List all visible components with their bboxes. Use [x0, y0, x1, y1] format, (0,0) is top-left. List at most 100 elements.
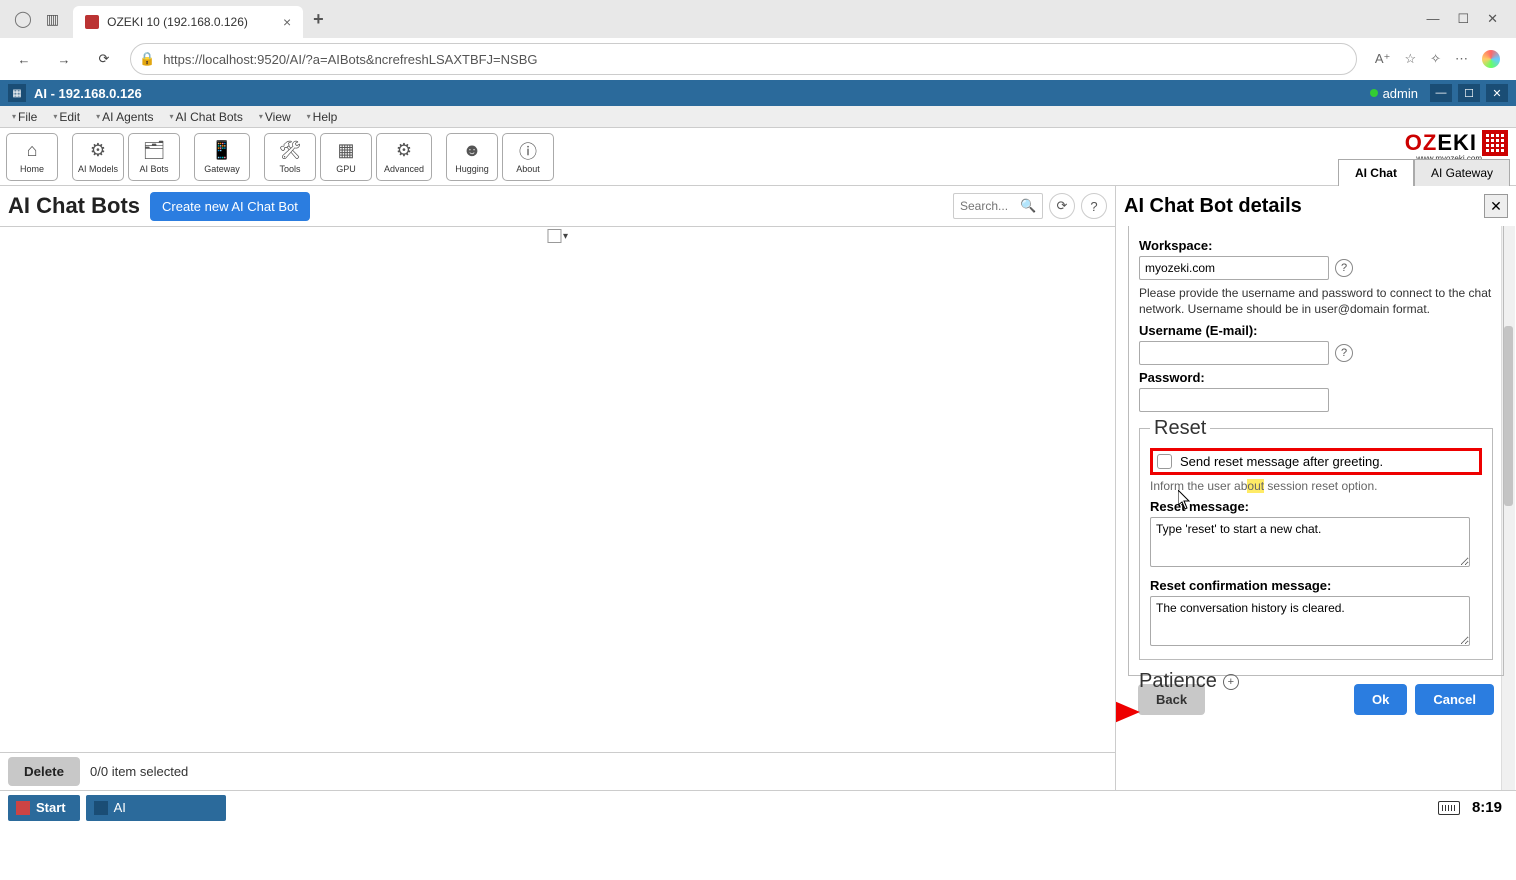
app-close-icon[interactable]: ✕ — [1486, 84, 1508, 102]
home-icon: ⌂ — [27, 140, 38, 162]
details-title: AI Chat Bot details — [1124, 195, 1484, 218]
left-pane: AI Chat Bots Create new AI Chat Bot 🔍 ⟳ … — [0, 186, 1116, 790]
app-title: AI - 192.168.0.126 — [34, 86, 1370, 101]
workspace-input[interactable] — [1139, 256, 1329, 280]
tool-about[interactable]: ⓘAbout — [502, 133, 554, 181]
menu-ai-chat-bots[interactable]: ▾AI Chat Bots — [161, 110, 250, 124]
username-input[interactable] — [1139, 341, 1329, 365]
search-input[interactable] — [960, 199, 1020, 213]
reset-message-label: Reset message: — [1150, 499, 1482, 514]
search-icon[interactable]: 🔍 — [1020, 198, 1036, 214]
tab-close-icon[interactable]: × — [283, 14, 291, 30]
menu-edit[interactable]: ▾Edit — [45, 110, 88, 124]
gear-icon: ⚙ — [90, 140, 106, 162]
refresh-icon: ⟳ — [1057, 198, 1068, 214]
create-chat-bot-button[interactable]: Create new AI Chat Bot — [150, 192, 310, 221]
refresh-button[interactable]: ⟳ — [1049, 193, 1075, 219]
details-pane: AI Chat Bot details ✕ Workspace: ? Pleas… — [1116, 186, 1516, 790]
page-title: AI Chat Bots — [8, 193, 140, 219]
tab-ai-gateway[interactable]: AI Gateway — [1414, 159, 1510, 186]
start-button[interactable]: Start — [8, 795, 80, 821]
app-icon: ▦ — [8, 84, 26, 102]
reset-checkbox-label: Send reset message after greeting. — [1180, 454, 1383, 469]
tool-ai-models[interactable]: ⚙AI Models — [72, 133, 124, 181]
password-label: Password: — [1139, 370, 1493, 385]
user-name[interactable]: admin — [1383, 86, 1418, 101]
menu-ai-agents[interactable]: ▾AI Agents — [88, 110, 161, 124]
nav-back-icon[interactable]: ← — [10, 45, 38, 73]
help-icon: ? — [1090, 199, 1097, 214]
favorite-icon[interactable]: ☆ — [1404, 51, 1416, 67]
tool-hugging[interactable]: ☻Hugging — [446, 133, 498, 181]
password-input[interactable] — [1139, 388, 1329, 412]
menu-view[interactable]: ▾View — [251, 110, 299, 124]
tool-gateway[interactable]: 📱Gateway — [194, 133, 250, 181]
profile-icon[interactable]: ◯ — [14, 9, 32, 29]
app-maximize-icon[interactable]: ☐ — [1458, 84, 1480, 102]
patience-expand-icon[interactable]: + — [1223, 674, 1239, 690]
toolbar: ⌂Home ⚙AI Models 🗂AI Bots 📱Gateway 🛠Tool… — [0, 128, 1516, 186]
menu-help[interactable]: ▾Help — [299, 110, 346, 124]
nav-reload-icon[interactable]: ⟳ — [90, 45, 118, 73]
selection-count: 0/0 item selected — [90, 764, 188, 779]
browser-chrome: ◯ ▥ OZEKI 10 (192.168.0.126) × + — ☐ ✕ ←… — [0, 0, 1516, 80]
mouse-cursor-icon — [1178, 490, 1192, 510]
close-details-button[interactable]: ✕ — [1484, 194, 1508, 218]
os-minimize-icon[interactable]: — — [1426, 11, 1439, 27]
tool-tools[interactable]: 🛠Tools — [264, 133, 316, 181]
gateway-icon: 📱 — [211, 140, 233, 162]
taskbar-item-icon — [94, 801, 108, 815]
menu-file[interactable]: ▾File — [4, 110, 45, 124]
workspace-help-icon[interactable]: ? — [1335, 259, 1353, 277]
browser-tab[interactable]: OZEKI 10 (192.168.0.126) × — [73, 6, 303, 38]
annotation-arrow-icon — [1116, 682, 1140, 742]
copilot-icon[interactable] — [1482, 50, 1500, 68]
os-close-icon[interactable]: ✕ — [1487, 11, 1498, 27]
app-title-bar: ▦ AI - 192.168.0.126 admin — ☐ ✕ — [0, 80, 1516, 106]
taskbar-item-ai[interactable]: AI — [86, 795, 226, 821]
start-icon — [16, 801, 30, 815]
ozeki-logo: OZEKI — [1405, 130, 1508, 156]
tool-gpu[interactable]: ▦GPU — [320, 133, 372, 181]
nav-forward-icon[interactable]: → — [50, 45, 78, 73]
username-help-icon[interactable]: ? — [1335, 344, 1353, 362]
tool-home[interactable]: ⌂Home — [6, 133, 58, 181]
keyboard-icon[interactable] — [1438, 801, 1460, 815]
clock: 8:19 — [1466, 799, 1508, 816]
more-icon[interactable]: ⋯ — [1455, 51, 1468, 67]
reset-section: Reset Send reset message after greeting.… — [1139, 417, 1493, 660]
sidebar-icon[interactable]: ▥ — [46, 11, 59, 28]
new-tab-button[interactable]: + — [303, 9, 334, 30]
status-indicator-icon — [1370, 89, 1378, 97]
tool-advanced[interactable]: ⚙Advanced — [376, 133, 432, 181]
tab-favicon — [85, 15, 99, 29]
reset-subtext: Inform the user about session reset opti… — [1150, 479, 1482, 493]
app-minimize-icon[interactable]: — — [1430, 84, 1452, 102]
delete-button[interactable]: Delete — [8, 757, 80, 786]
reset-checkbox[interactable] — [1157, 454, 1172, 469]
tools-icon: 🛠 — [279, 140, 302, 162]
taskbar: Start AI 8:19 — [0, 790, 1516, 824]
menu-bar: ▾File ▾Edit ▾AI Agents ▾AI Chat Bots ▾Vi… — [0, 106, 1516, 128]
tab-title: OZEKI 10 (192.168.0.126) — [107, 15, 275, 29]
column-selector[interactable]: ▾ — [547, 229, 568, 243]
reset-checkbox-row[interactable]: Send reset message after greeting. — [1150, 448, 1482, 475]
os-maximize-icon[interactable]: ☐ — [1457, 11, 1469, 27]
search-box[interactable]: 🔍 — [953, 193, 1043, 219]
close-icon: ✕ — [1490, 198, 1502, 215]
address-bar[interactable]: 🔒 https://localhost:9520/AI/?a=AIBots&nc… — [130, 43, 1357, 75]
gpu-icon: ▦ — [337, 140, 354, 162]
reset-confirmation-label: Reset confirmation message: — [1150, 578, 1482, 593]
reset-section-title: Reset — [1150, 417, 1210, 440]
info-icon: ⓘ — [519, 140, 537, 162]
read-aloud-icon[interactable]: A⁺ — [1375, 51, 1391, 67]
reset-message-input[interactable] — [1150, 517, 1470, 567]
tool-ai-bots[interactable]: 🗂AI Bots — [128, 133, 180, 181]
reset-confirmation-input[interactable] — [1150, 596, 1470, 646]
lock-icon: 🔒 — [139, 51, 155, 67]
tab-ai-chat[interactable]: AI Chat — [1338, 159, 1414, 186]
credentials-help-text: Please provide the username and password… — [1139, 285, 1493, 317]
collections-icon[interactable]: ✧ — [1430, 51, 1441, 67]
workspace-label: Workspace: — [1139, 238, 1493, 253]
help-button[interactable]: ? — [1081, 193, 1107, 219]
